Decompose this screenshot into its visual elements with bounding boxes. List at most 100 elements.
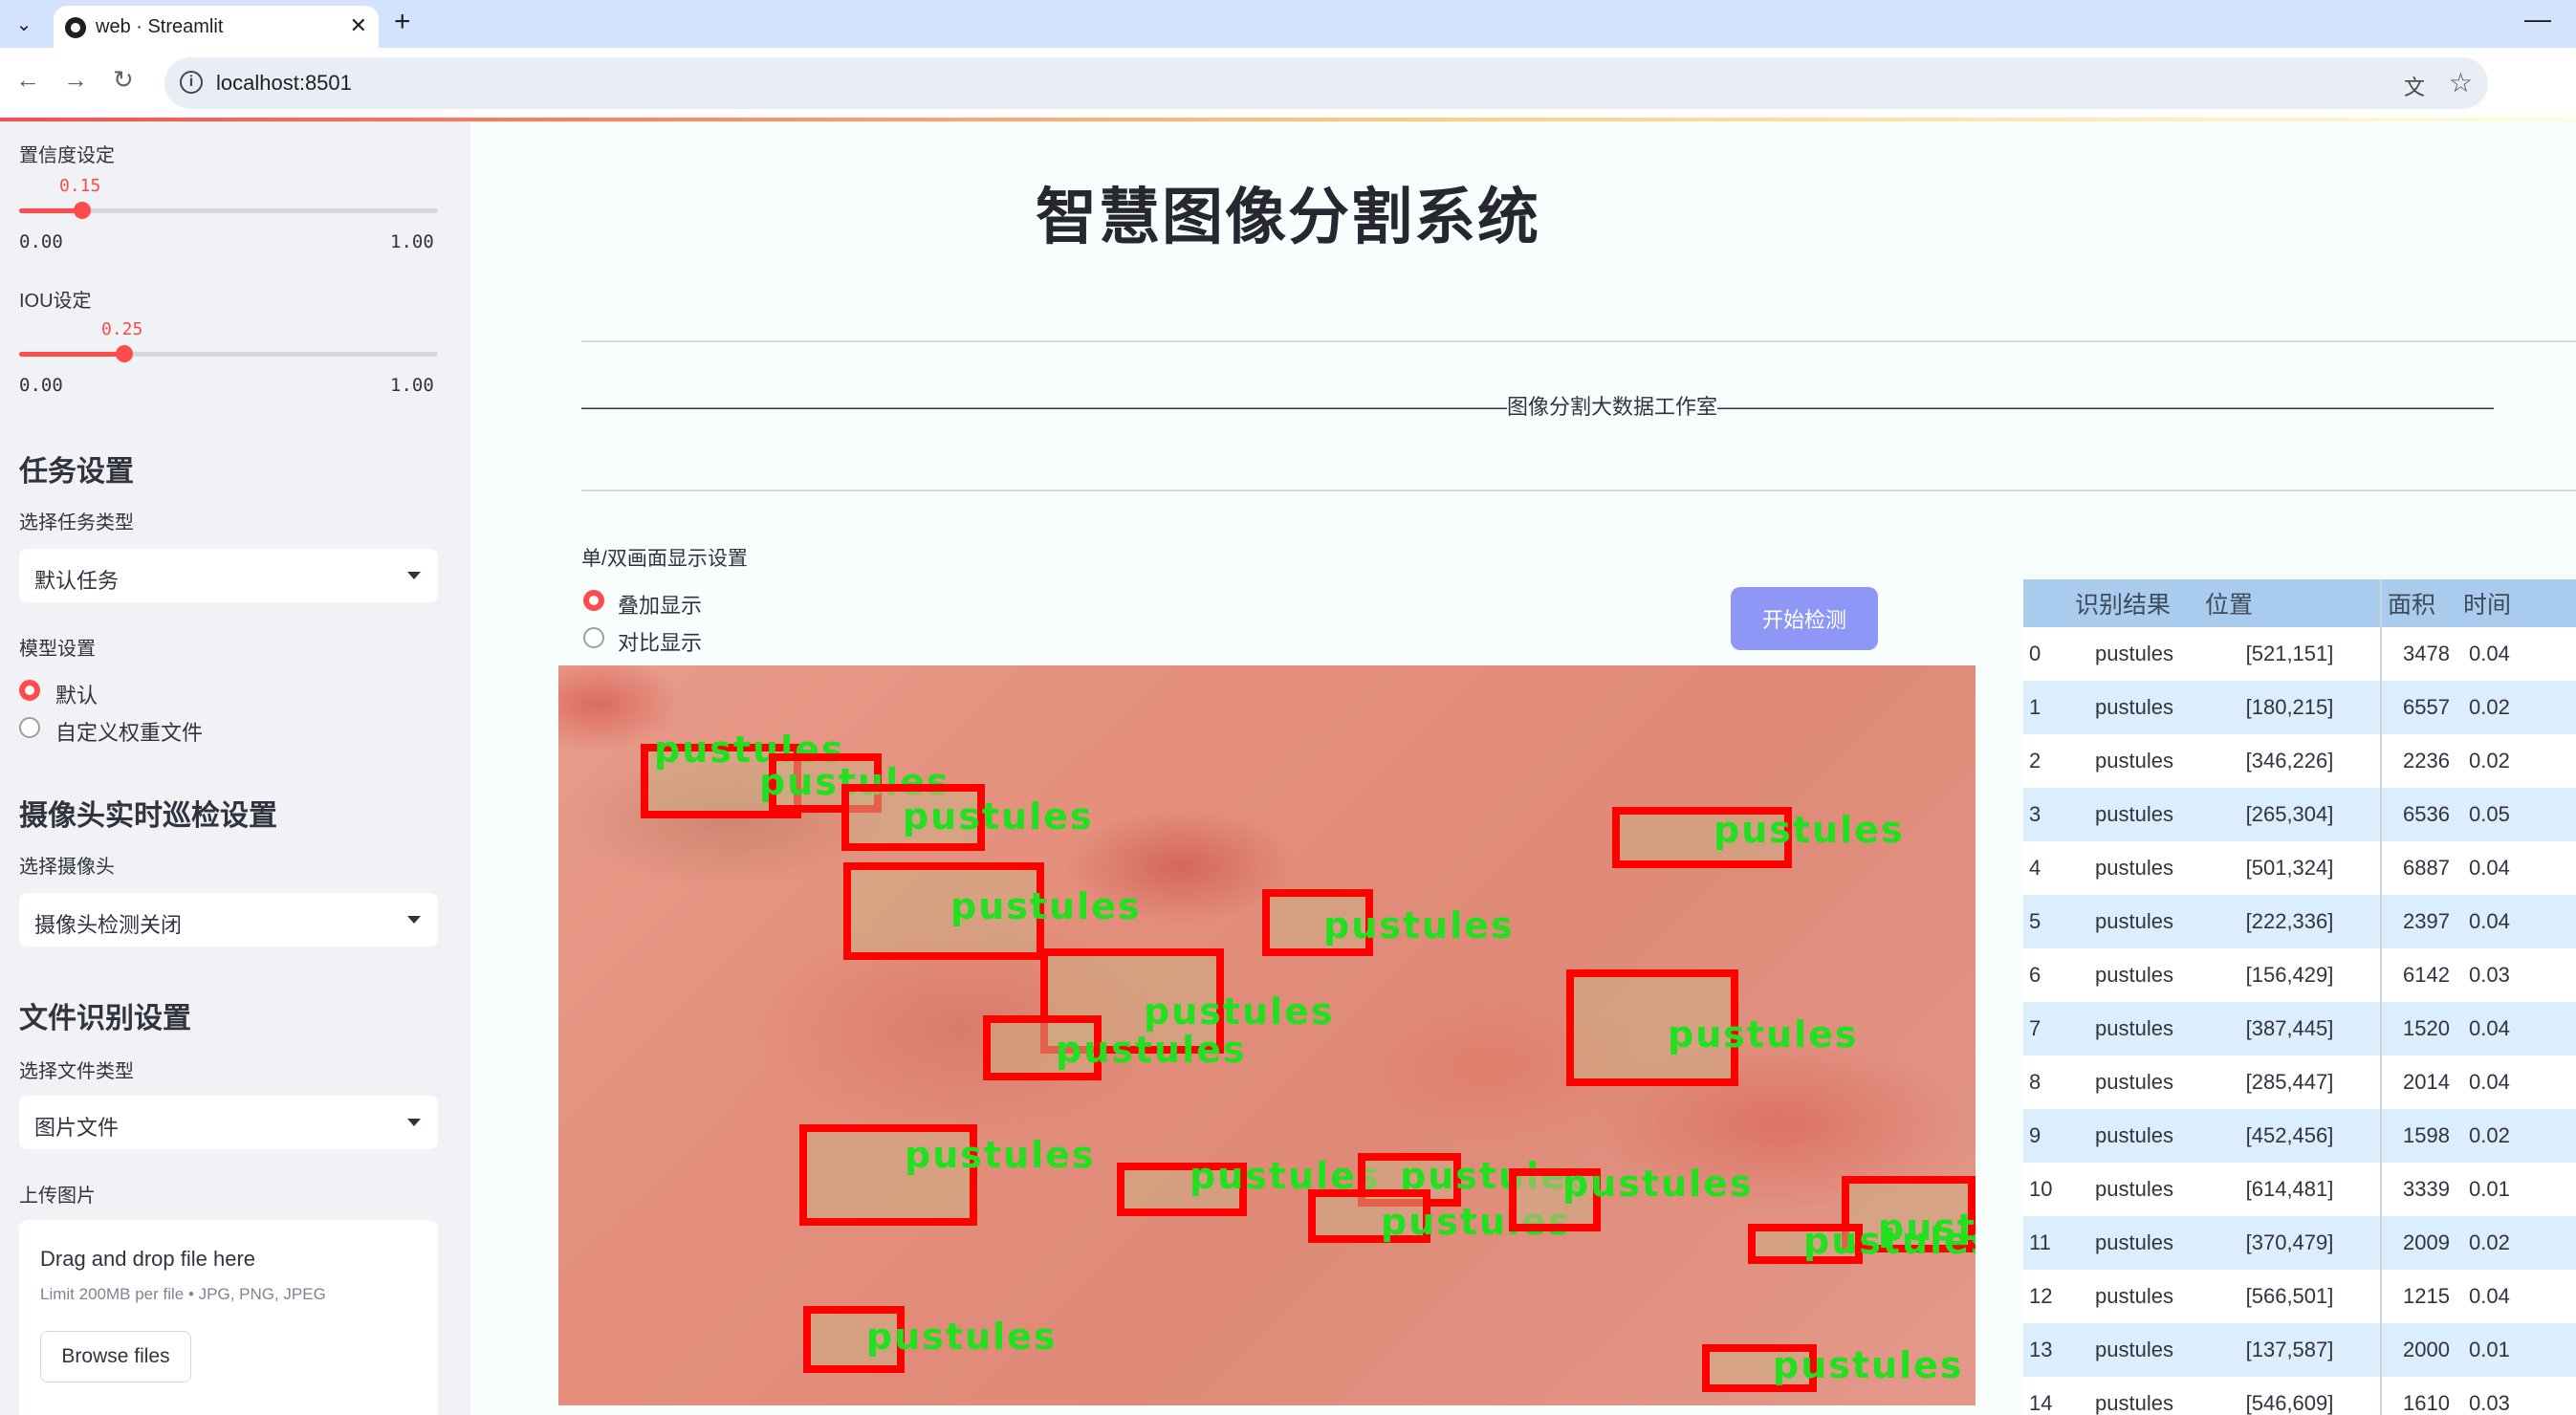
model-radio-default[interactable] [19, 680, 40, 701]
row-index: 13 [2023, 1323, 2069, 1377]
table-row[interactable]: 12 pustules [566,501] 1215 0.04 [2023, 1270, 2576, 1323]
model-radio-custom[interactable] [19, 717, 40, 738]
translate-icon[interactable]: 文 [2404, 71, 2425, 101]
table-row[interactable]: 3 pustules [265,304] 6536 0.05 [2023, 788, 2576, 841]
row-position: [452,456] [2199, 1109, 2381, 1163]
site-info-icon[interactable]: i [180, 71, 203, 94]
row-time: 0.03 [2457, 1377, 2576, 1415]
browse-files-button[interactable]: Browse files [40, 1331, 191, 1382]
table-row[interactable]: 11 pustules [370,479] 2009 0.02 [2023, 1216, 2576, 1270]
camera-label: 选择摄像头 [19, 857, 115, 878]
file-dropzone[interactable]: Drag and drop file here Limit 200MB per … [19, 1220, 438, 1415]
table-row[interactable]: 7 pustules [387,445] 1520 0.04 [2023, 1002, 2576, 1056]
row-index: 14 [2023, 1377, 2069, 1415]
row-index: 9 [2023, 1109, 2069, 1163]
row-area: 2397 [2380, 895, 2457, 948]
model-option-custom[interactable]: 自定义权重文件 [55, 716, 203, 747]
display-option-compare[interactable]: 对比显示 [618, 626, 702, 657]
display-option-overlay[interactable]: 叠加显示 [618, 589, 702, 620]
chevron-down-icon [407, 916, 421, 924]
detection-label: pustules [1323, 904, 1515, 947]
table-row[interactable]: 13 pustules [137,587] 2000 0.01 [2023, 1323, 2576, 1377]
row-index: 7 [2023, 1002, 2069, 1056]
row-area: 6536 [2380, 788, 2457, 841]
table-row[interactable]: 2 pustules [346,226] 2236 0.02 [2023, 734, 2576, 788]
detection-label: pustules [1144, 990, 1335, 1033]
table-row[interactable]: 5 pustules [222,336] 2397 0.04 [2023, 895, 2576, 948]
divider-top [581, 340, 2576, 342]
row-index: 6 [2023, 948, 2069, 1002]
row-area: 3478 [2380, 627, 2457, 681]
table-header-time: 时间 [2457, 579, 2576, 627]
file-settings-heading: 文件识别设置 [19, 1003, 191, 1034]
row-position: [387,445] [2199, 1002, 2381, 1056]
tab-title: web · Streamlit [96, 16, 224, 37]
table-row[interactable]: 4 pustules [501,324] 6887 0.04 [2023, 841, 2576, 895]
row-time: 0.04 [2457, 841, 2576, 895]
browser-navbar: ← → ↻ i localhost:8501 文 ☆ [0, 48, 2576, 119]
row-time: 0.05 [2457, 788, 2576, 841]
row-position: [180,215] [2199, 681, 2381, 734]
table-header-area: 面积 [2380, 579, 2457, 627]
task-type-select[interactable]: 默认任务 [19, 549, 438, 602]
row-area: 2009 [2380, 1216, 2457, 1270]
row-result: pustules [2069, 1056, 2199, 1109]
camera-settings-heading: 摄像头实时巡检设置 [19, 800, 277, 832]
browser-tabstrip: ⌄ web · Streamlit ✕ + — [0, 0, 2576, 48]
start-detection-button[interactable]: 开始检测 [1731, 587, 1878, 650]
minimize-icon[interactable]: — [2524, 4, 2551, 34]
table-row[interactable]: 9 pustules [452,456] 1598 0.02 [2023, 1109, 2576, 1163]
table-row[interactable]: 10 pustules [614,481] 3339 0.01 [2023, 1163, 2576, 1216]
row-result: pustules [2069, 734, 2199, 788]
table-header-position: 位置 [2199, 579, 2381, 627]
display-radio-overlay[interactable] [583, 590, 604, 611]
detection-label: pustules [1668, 1013, 1859, 1056]
model-option-default[interactable]: 默认 [55, 679, 98, 709]
row-result: pustules [2069, 895, 2199, 948]
row-area: 1598 [2380, 1109, 2457, 1163]
browser-tab[interactable]: web · Streamlit ✕ [54, 6, 379, 48]
detection-label: pustules [1562, 1163, 1754, 1205]
row-area: 1610 [2380, 1377, 2457, 1415]
row-time: 0.04 [2457, 627, 2576, 681]
row-result: pustules [2069, 1216, 2199, 1270]
divider-bottom [581, 490, 2576, 491]
detection-label: pustules [905, 1134, 1096, 1176]
chevron-down-icon[interactable]: ⌄ [8, 8, 40, 40]
row-area: 3339 [2380, 1163, 2457, 1216]
results-table[interactable]: 识别结果 位置 面积 时间 0 pustules [521,151] 3478 0.04… [2023, 579, 2576, 1415]
address-url[interactable]: localhost:8501 [216, 71, 352, 96]
table-row[interactable]: 14 pustules [546,609] 1610 0.03 [2023, 1377, 2576, 1415]
row-index: 11 [2023, 1216, 2069, 1270]
forward-arrow-icon[interactable]: → [63, 65, 88, 95]
row-area: 6142 [2380, 948, 2457, 1002]
row-area: 2236 [2380, 734, 2457, 788]
plus-icon[interactable]: + [394, 6, 411, 38]
camera-select[interactable]: 摄像头检测关闭 [19, 893, 438, 947]
page-title: 智慧图像分割系统 [1036, 183, 1540, 251]
iou-min: 0.00 [19, 375, 63, 396]
table-row[interactable]: 6 pustules [156,429] 6142 0.03 [2023, 948, 2576, 1002]
star-icon[interactable]: ☆ [2449, 67, 2473, 98]
table-row[interactable]: 8 pustules [285,447] 2014 0.04 [2023, 1056, 2576, 1109]
file-type-select[interactable]: 图片文件 [19, 1096, 438, 1149]
row-position: [265,304] [2199, 788, 2381, 841]
display-radio-compare[interactable] [583, 627, 604, 648]
model-settings-label: 模型设置 [19, 639, 96, 660]
row-position: [285,447] [2199, 1056, 2381, 1109]
back-arrow-icon[interactable]: ← [15, 65, 40, 95]
iou-slider-thumb[interactable] [116, 345, 133, 362]
file-type-value: 图片文件 [34, 1116, 120, 1140]
row-position: [346,226] [2199, 734, 2381, 788]
iou-slider-fill [19, 352, 124, 357]
chevron-down-icon [407, 1119, 421, 1126]
task-type-value: 默认任务 [34, 569, 120, 593]
row-result: pustules [2069, 948, 2199, 1002]
iou-slider[interactable] [19, 345, 438, 362]
detection-label: pustules [950, 885, 1142, 927]
reload-icon[interactable]: ↻ [113, 65, 134, 95]
address-bar[interactable]: i localhost:8501 文 ☆ [164, 57, 2488, 109]
table-row[interactable]: 0 pustules [521,151] 3478 0.04 [2023, 627, 2576, 681]
close-icon[interactable]: ✕ [350, 13, 367, 38]
table-row[interactable]: 1 pustules [180,215] 6557 0.02 [2023, 681, 2576, 734]
